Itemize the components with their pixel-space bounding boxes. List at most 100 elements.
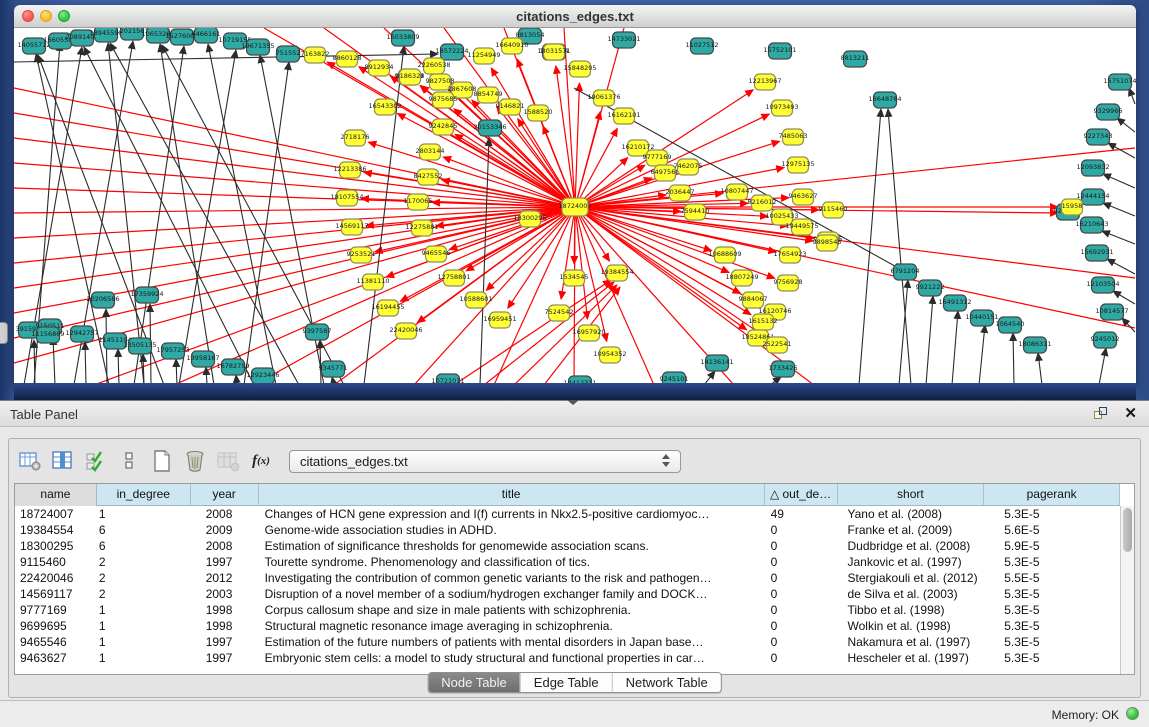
network-node[interactable]: 1615132 [749,314,778,330]
network-node[interactable]: 15752101 [763,43,796,59]
delete-column-icon[interactable] [182,449,208,473]
network-node[interactable]: 12975135 [781,157,814,173]
network-node[interactable]: 751552 [276,46,301,62]
network-node[interactable]: 11156869 [31,327,64,343]
network-node[interactable]: 8813211 [841,51,870,67]
network-node[interactable]: 8860128 [333,51,362,67]
network-node[interactable]: 1534545 [560,270,589,286]
network-node[interactable]: 9146821 [496,99,525,115]
column-header[interactable]: short [838,484,985,506]
network-node[interactable]: 18086311 [1018,337,1051,353]
network-node[interactable]: 12923446 [246,368,279,384]
tab-edge-table[interactable]: Edge Table [520,673,612,692]
network-node[interactable]: 15751074 [1103,74,1136,90]
table-row[interactable]: 1830029562008Estimation of significance … [15,538,1120,554]
network-node[interactable]: 17957253 [156,343,189,359]
network-window[interactable]: citations_edges.txt 14055712166055812089… [14,5,1136,385]
network-node[interactable]: 6466161 [192,28,221,43]
table-panel-titlebar[interactable]: Table Panel ✕ [0,401,1149,427]
network-node[interactable]: 19061376 [587,90,620,106]
network-node[interactable]: 9884067 [739,292,768,308]
network-node[interactable]: 9463627 [789,189,818,205]
network-node[interactable]: 16648784 [868,92,901,108]
network-node[interactable]: 22420046 [389,323,422,339]
table-row[interactable]: 911546021997Tourette syndrome. Phenomeno… [15,554,1120,570]
table-row[interactable]: 946362711997Embryonic stem cells: a mode… [15,650,1120,666]
network-node[interactable]: 12213386 [333,162,366,178]
network-node[interactable]: 7594410 [681,204,710,220]
show-columns-icon[interactable] [50,449,76,473]
scrollbar-thumb[interactable] [1123,508,1132,552]
network-node[interactable]: 9329966 [1094,104,1123,120]
network-node[interactable]: 8216012 [748,195,777,211]
network-node[interactable]: 17654923 [773,247,806,263]
network-node[interactable]: 1588520 [524,105,553,121]
network-node[interactable]: 12093832 [1076,160,1109,176]
network-graph[interactable]: 1405571216605581208914061894559012021561… [14,28,1136,385]
network-node[interactable]: 18807249 [725,270,758,286]
network-node[interactable]: 14733021 [607,32,640,48]
create-column-icon[interactable] [149,449,175,473]
network-node[interactable]: 10588601 [459,292,492,308]
network-node[interactable]: 15958 [1062,199,1083,215]
network-canvas[interactable]: 1405571216605581208914061894559012021561… [14,28,1136,385]
network-node[interactable]: 7462075 [674,159,703,175]
select-all-icon[interactable] [83,449,109,473]
network-node[interactable]: 1064540 [996,317,1025,333]
network-node[interactable]: 15692931 [1080,245,1113,261]
table-scrollbar[interactable] [1120,506,1134,674]
network-node[interactable]: 14136141 [700,355,733,371]
table-options-icon[interactable] [17,449,43,473]
network-node[interactable]: 2803144 [416,144,445,160]
network-node[interactable]: 9465546 [422,246,451,262]
network-node[interactable]: 9898545 [813,235,842,251]
network-node[interactable]: 11027512 [685,38,718,54]
network-node[interactable]: 9921222 [916,280,945,296]
network-node[interactable]: 18724007 [558,198,591,216]
network-node[interactable]: 2522541 [763,337,792,353]
window-titlebar[interactable]: citations_edges.txt [14,5,1136,28]
network-node[interactable]: 9397587 [303,324,332,340]
network-node[interactable]: 9227343 [1084,129,1113,145]
table-row[interactable]: 1938455462009Genome-wide association stu… [15,522,1120,538]
network-node[interactable]: 10688609 [708,247,741,263]
network-node[interactable]: 16959451 [483,312,516,328]
tab-node-table[interactable]: Node Table [428,673,520,692]
table-row[interactable]: 2242004622012Investigating the contribut… [15,570,1120,586]
column-header[interactable]: year [191,484,259,506]
table-select-dropdown[interactable]: citations_edges.txt [289,450,681,473]
network-node[interactable]: 19384554 [600,265,633,281]
network-node[interactable]: 10440151 [965,310,998,326]
network-node[interactable]: 11254949 [467,48,500,64]
column-header[interactable]: pagerank [984,484,1120,506]
column-header[interactable]: △ out_de… [765,484,838,506]
network-node[interactable]: 8186328 [396,69,425,85]
network-node[interactable]: 16210643 [1075,217,1108,233]
network-node[interactable]: 9242845 [429,119,458,135]
network-node[interactable]: 12758801 [437,270,470,286]
network-node[interactable]: 7163822 [301,47,330,63]
network-node[interactable]: 16957920 [572,325,605,341]
network-node[interactable]: 10814577 [1095,304,1128,320]
network-node[interactable]: 10973493 [765,100,798,116]
network-node[interactable]: 9875685 [429,92,458,108]
network-node[interactable]: 9253521 [347,247,376,263]
network-node[interactable]: 19671355 [241,39,274,55]
network-node[interactable]: 9345771 [319,361,348,377]
network-node[interactable]: 12942757 [65,326,98,342]
table-row[interactable]: 1872400712008Changes of HCN gene express… [15,506,1120,522]
network-node[interactable]: 7485063 [779,129,808,145]
network-node[interactable]: 6791204 [891,264,920,280]
network-node[interactable]: 9777169 [643,150,672,166]
network-node[interactable]: 1733426 [769,361,798,377]
tab-network-table[interactable]: Network Table [612,673,721,692]
network-node[interactable]: 9245012 [1091,332,1120,348]
network-node[interactable]: 13958167 [186,351,219,367]
table-row[interactable]: 977716911998Corpus callosum shape and si… [15,602,1120,618]
network-node[interactable]: 12103504 [1086,277,1119,293]
column-header[interactable]: title [259,484,765,506]
float-panel-icon[interactable] [1093,406,1109,422]
network-node[interactable]: 14569117 [335,219,368,235]
column-header[interactable]: name [15,484,97,506]
network-node[interactable]: 1170065 [404,194,433,210]
